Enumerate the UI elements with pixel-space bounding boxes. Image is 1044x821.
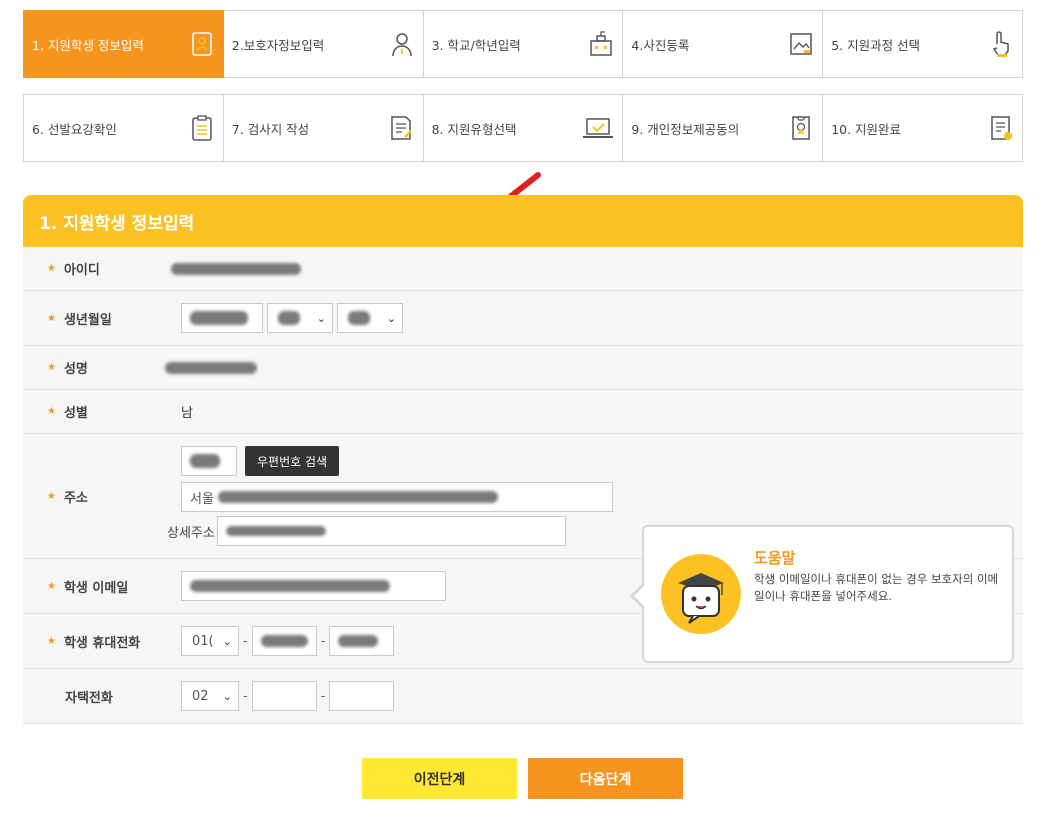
step-label: 5. 지원과정 선택 xyxy=(831,37,921,53)
form-row-name: ★ 성명 xyxy=(23,346,1023,390)
chevron-down-icon: ⌄ xyxy=(222,634,232,648)
step-label: 2.보호자정보입력 xyxy=(231,37,325,53)
document-edit-icon xyxy=(389,115,415,141)
step-label: 9. 개인정보제공동의 xyxy=(631,121,740,137)
step-label: 10. 지원완료 xyxy=(831,121,902,137)
detail-address-label: 상세주소 xyxy=(167,525,215,541)
required-star-icon: ★ xyxy=(47,312,56,324)
panel-header: 1. 지원학생 정보입력 xyxy=(23,195,1023,247)
chevron-down-icon: ⌄ xyxy=(316,311,326,325)
form-row-home-phone: 자택전화 02 ⌄ - - xyxy=(23,669,1023,724)
step-nav-row-2: 6. 선발요강확인 7. 검사지 작성 8. 지원유형선택 9. 개인정보제공동… xyxy=(23,94,1023,162)
gender-label: 성별 xyxy=(63,406,88,421)
required-star-icon: ★ xyxy=(47,490,56,502)
id-value-redacted xyxy=(171,262,301,275)
required-star-icon: ★ xyxy=(47,406,56,417)
step-4-photo-register[interactable]: 4.사진등록 xyxy=(622,10,824,78)
step-7-questionnaire[interactable]: 7. 검사지 작성 xyxy=(222,94,424,162)
document-check-icon xyxy=(988,115,1014,141)
step-10-complete[interactable]: 10. 지원완료 xyxy=(822,94,1023,162)
form-row-birthdate: ★ 생년월일 ⌄ ⌄ xyxy=(23,291,1023,346)
mobile-middle-input[interactable] xyxy=(251,626,317,656)
photo-icon xyxy=(788,31,814,57)
address-input[interactable]: 서울 xyxy=(181,482,613,512)
address-label: 주소 xyxy=(63,490,88,506)
name-value-redacted xyxy=(165,361,257,374)
birth-year-input[interactable] xyxy=(181,303,263,333)
step-8-application-type[interactable]: 8. 지원유형선택 xyxy=(422,94,624,162)
mascot-icon xyxy=(661,554,741,634)
required-star-icon: ★ xyxy=(47,635,56,647)
step-5-course-select[interactable]: 5. 지원과정 선택 xyxy=(822,10,1023,78)
mobile-label: 학생 휴대전화 xyxy=(63,635,141,651)
step-6-guideline-check[interactable]: 6. 선발요강확인 xyxy=(23,94,224,162)
help-title: 도움말 xyxy=(754,549,796,567)
step-2-guardian-info[interactable]: 2.보호자정보입력 xyxy=(222,10,424,78)
mobile-prefix-select[interactable]: 01(⌄ xyxy=(181,626,239,656)
required-star-icon: ★ xyxy=(47,580,56,592)
school-icon xyxy=(588,31,614,57)
certificate-icon xyxy=(788,115,814,141)
chevron-down-icon: ⌄ xyxy=(386,311,396,325)
step-label: 3. 학교/학년입력 xyxy=(431,37,521,53)
panel-title: 1. 지원학생 정보입력 xyxy=(39,213,195,234)
chevron-down-icon: ⌄ xyxy=(222,689,232,703)
prev-step-button[interactable]: 이전단계 xyxy=(362,758,517,799)
step-label: 1. 지원학생 정보입력 xyxy=(32,37,144,53)
zipcode-search-button[interactable]: 우편번호 검색 xyxy=(245,446,340,476)
required-star-icon: ★ xyxy=(47,263,56,274)
form-row-gender: ★ 성별 남 xyxy=(23,390,1023,434)
form-row-id: ★ 아이디 xyxy=(23,247,1023,291)
step-label: 7. 검사지 작성 xyxy=(231,121,310,137)
email-input[interactable] xyxy=(181,571,446,601)
laptop-check-icon xyxy=(582,115,614,141)
next-step-button[interactable]: 다음단계 xyxy=(528,758,683,799)
help-text: 학생 이메일이나 휴대폰이 없는 경우 보호자의 이메일이나 휴대폰을 넣어주세… xyxy=(754,572,999,603)
name-label: 성명 xyxy=(63,362,88,377)
birth-day-select[interactable]: ⌄ xyxy=(337,303,403,333)
home-phone-label: 자택전화 xyxy=(65,690,113,706)
pointer-hand-icon xyxy=(988,31,1014,57)
person-icon xyxy=(389,31,415,57)
step-label: 8. 지원유형선택 xyxy=(431,121,517,137)
id-card-icon xyxy=(189,31,215,57)
home-last-input[interactable] xyxy=(329,681,395,711)
id-label: 아이디 xyxy=(63,263,100,278)
gender-value: 남 xyxy=(181,406,193,421)
step-1-student-info[interactable]: 1. 지원학생 정보입력 xyxy=(23,10,224,78)
step-nav-row-1: 1. 지원학생 정보입력 2.보호자정보입력 3. 학교/학년입력 4.사진등록… xyxy=(23,10,1023,78)
detail-address-input[interactable] xyxy=(216,516,566,546)
clipboard-icon xyxy=(189,115,215,141)
step-3-school-grade[interactable]: 3. 학교/학년입력 xyxy=(422,10,624,78)
home-prefix-select[interactable]: 02 ⌄ xyxy=(181,681,239,711)
step-9-privacy-consent[interactable]: 9. 개인정보제공동의 xyxy=(622,94,824,162)
help-tooltip: 도움말 학생 이메일이나 휴대폰이 없는 경우 보호자의 이메일이나 휴대폰을 … xyxy=(630,525,1014,663)
step-label: 6. 선발요강확인 xyxy=(32,121,117,137)
mobile-last-input[interactable] xyxy=(329,626,395,656)
required-star-icon: ★ xyxy=(47,362,56,373)
email-label: 학생 이메일 xyxy=(63,580,129,596)
address-prefix: 서울 xyxy=(190,491,214,507)
zipcode-input[interactable] xyxy=(181,446,237,476)
birth-month-select[interactable]: ⌄ xyxy=(267,303,333,333)
step-label: 4.사진등록 xyxy=(631,37,690,53)
birth-label: 생년월일 xyxy=(63,312,112,328)
home-middle-input[interactable] xyxy=(251,681,317,711)
